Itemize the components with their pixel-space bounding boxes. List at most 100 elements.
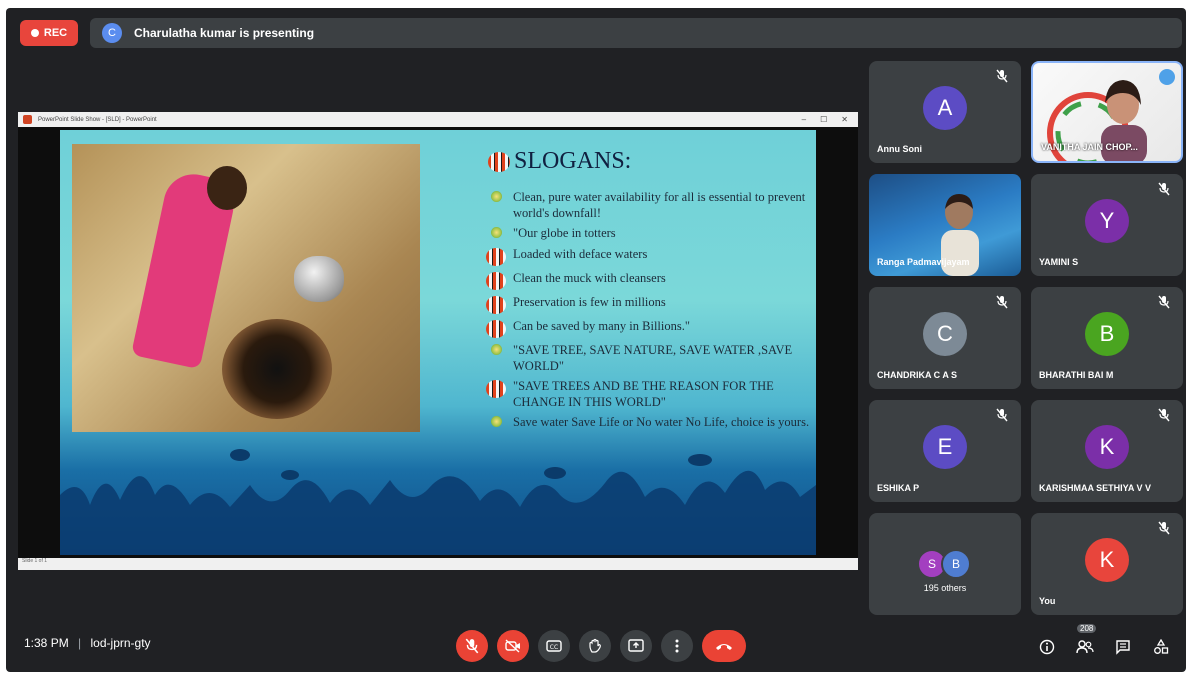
fish-bullet-icon: [486, 271, 506, 290]
pot-shape: [294, 256, 344, 302]
others-avatar: B: [941, 549, 971, 579]
fish-bullet-icon: [486, 380, 506, 399]
activities-icon: [1154, 639, 1169, 654]
camera-off-icon: [505, 639, 520, 653]
hand-icon: [589, 638, 601, 653]
leaf-bullet-icon: [490, 191, 502, 202]
shared-screen: PowerPoint Slide Show - [SLD] - PowerPoi…: [18, 112, 858, 570]
more-options-button[interactable]: [661, 630, 693, 662]
presenter-avatar: C: [102, 23, 122, 43]
record-dot-icon: [30, 29, 39, 37]
chat-icon: [1116, 640, 1130, 655]
participant-tile-video[interactable]: VANITHA JAIN CHOP...: [1031, 61, 1183, 163]
recording-indicator: REC: [20, 20, 78, 46]
participant-name: BHARATHI BAI M: [1039, 370, 1114, 380]
participant-tile[interactable]: A Annu Soni: [869, 61, 1021, 163]
slide-photo-well: [72, 144, 420, 432]
slogan-item: Clean the muck with cleansers: [485, 271, 815, 290]
mic-off-icon: [996, 295, 1008, 309]
participant-avatar: K: [1085, 538, 1129, 582]
participant-name: YAMINI S: [1039, 257, 1079, 267]
shared-window-titlebar: PowerPoint Slide Show - [SLD] - PowerPoi…: [18, 112, 858, 127]
people-icon: [1076, 640, 1094, 654]
captions-icon: CC: [546, 640, 562, 652]
participant-avatar: A: [923, 86, 967, 130]
more-vert-icon: [675, 639, 679, 653]
slogan-item: Save water Save Life or No water No Life…: [485, 415, 815, 431]
participant-avatar: K: [1085, 425, 1129, 469]
slogan-item: Loaded with deface waters: [485, 247, 815, 266]
others-count: 195 others: [923, 583, 967, 593]
slogan-text: Clean the muck with cleansers: [513, 270, 666, 285]
self-tile[interactable]: K You: [1031, 513, 1183, 615]
participant-tile[interactable]: K KARISHMAA SETHIYA V V: [1031, 400, 1183, 502]
participant-tile[interactable]: B BHARATHI BAI M: [1031, 287, 1183, 389]
well-shape: [222, 319, 332, 419]
activities-button[interactable]: [1150, 636, 1172, 658]
leaf-bullet-icon: [490, 343, 502, 355]
fish-bullet-icon: [486, 295, 506, 314]
slogan-text: Clean, pure water availability for all i…: [513, 190, 806, 220]
fish-bullet-icon: [486, 247, 506, 266]
slogan-item: "Our globe in totters: [485, 226, 815, 242]
mic-off-icon: [1158, 182, 1170, 196]
leave-call-button[interactable]: [702, 630, 746, 662]
mic-off-icon: [465, 638, 479, 654]
slide-status: Slide 1 of 1: [22, 558, 48, 564]
captions-button[interactable]: CC: [538, 630, 570, 662]
participant-avatar: Y: [1085, 199, 1129, 243]
slogan-text: Preservation is few in millions: [513, 294, 666, 309]
shared-window-title: PowerPoint Slide Show - [SLD] - PowerPoi…: [38, 116, 157, 123]
present-screen-icon: [628, 639, 644, 652]
slide-title: SLOGANS:: [514, 148, 632, 174]
mic-off-icon: [996, 408, 1008, 422]
participant-tile[interactable]: E ESHIKA P: [869, 400, 1021, 502]
participant-tile[interactable]: C CHANDRIKA C A S: [869, 287, 1021, 389]
slogan-text: Can be saved by many in Billions.": [513, 318, 690, 333]
mic-toggle-button[interactable]: [456, 630, 488, 662]
participant-avatar: B: [1085, 312, 1129, 356]
meeting-code: lod-jprn-gty: [90, 636, 151, 650]
leaf-bullet-icon: [490, 416, 502, 428]
participant-name: CHANDRIKA C A S: [877, 370, 957, 380]
leaf-bullet-icon: [490, 227, 502, 239]
meet-window: REC C Charulatha kumar is presenting Pow…: [6, 8, 1186, 672]
slogan-item: "SAVE TREE, SAVE NATURE, SAVE WATER ,SAV…: [485, 343, 815, 374]
fish-bullet-icon: [486, 319, 506, 338]
participant-name: Annu Soni: [877, 144, 922, 154]
slogan-text: "SAVE TREE, SAVE NATURE, SAVE WATER ,SAV…: [513, 342, 793, 373]
participant-name: ESHIKA P: [877, 483, 920, 493]
mic-off-icon: [1158, 521, 1170, 535]
rec-label: REC: [43, 27, 68, 39]
svg-text:CC: CC: [550, 644, 558, 651]
presenting-banner[interactable]: C Charulatha kumar is presenting: [90, 18, 1182, 48]
participant-name: VANITHA JAIN CHOP...: [1041, 142, 1138, 152]
window-controls: – ☐ ✕: [801, 115, 848, 124]
presenting-text: Charulatha kumar is presenting: [134, 26, 315, 40]
mic-off-icon: [1158, 408, 1170, 422]
participant-name: You: [1039, 596, 1056, 606]
chat-button[interactable]: [1112, 636, 1134, 658]
slogan-item: "SAVE TREES AND BE THE REASON FOR THE CH…: [485, 379, 815, 410]
meeting-details-button[interactable]: [1036, 636, 1058, 658]
slide-title-row: SLOGANS:: [488, 148, 631, 175]
slogan-text: Loaded with deface waters: [513, 246, 648, 261]
camera-toggle-button[interactable]: [497, 630, 529, 662]
others-tile[interactable]: S B 195 others: [869, 513, 1021, 615]
others-avatars: S B: [917, 549, 971, 579]
present-button[interactable]: [620, 630, 652, 662]
info-icon: [1039, 639, 1055, 655]
fish-icon: [488, 151, 510, 172]
clock-time: 1:38 PM: [24, 636, 69, 650]
people-button[interactable]: 208: [1074, 624, 1097, 658]
raise-hand-button[interactable]: [579, 630, 611, 662]
slogan-list: Clean, pure water availability for all i…: [485, 190, 815, 436]
participant-tile[interactable]: Y YAMINI S: [1031, 174, 1183, 276]
mic-off-icon: [1158, 295, 1170, 309]
participant-avatar: E: [923, 425, 967, 469]
slogan-item: Preservation is few in millions: [485, 295, 815, 314]
coral-reef-decoration: [60, 449, 816, 555]
hang-up-icon: [716, 644, 732, 650]
slogan-item: Can be saved by many in Billions.": [485, 319, 815, 338]
participant-tile-video[interactable]: Ranga Padmavijayam: [869, 174, 1021, 276]
